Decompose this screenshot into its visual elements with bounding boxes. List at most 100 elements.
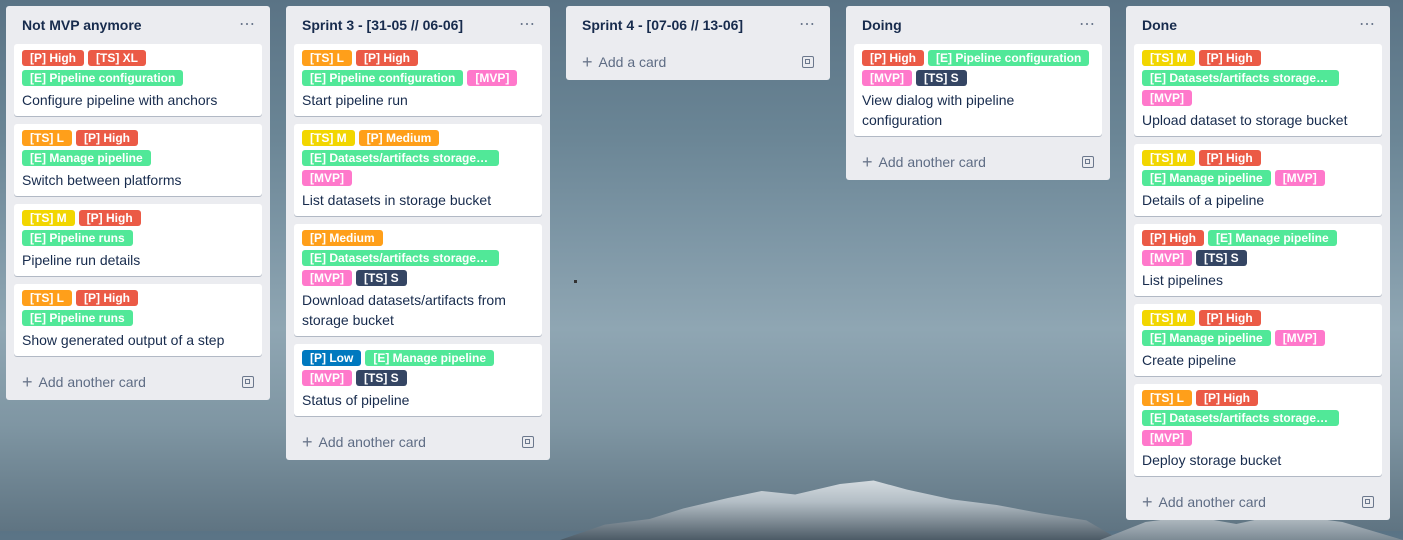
card-label[interactable]: [P] High xyxy=(862,50,924,66)
card[interactable]: [TS] M [P] Medium [E] Datasets/artifacts s… xyxy=(294,124,542,216)
card[interactable]: [TS] L [P] High [E] Manage pipeline Switch … xyxy=(14,124,262,196)
card-label[interactable]: [TS] S xyxy=(356,270,407,286)
card-label[interactable]: [E] Manage pipeline xyxy=(1142,330,1271,346)
add-card-button[interactable]: + Add another card xyxy=(294,424,542,460)
list-title[interactable]: Done xyxy=(1142,17,1177,33)
background-mountain xyxy=(560,480,1120,540)
card-template-icon[interactable] xyxy=(1362,496,1374,508)
list-menu-icon[interactable]: ⋯ xyxy=(239,17,256,33)
card[interactable]: [TS] M [P] High [E] Manage pipeline [MVP] De… xyxy=(1134,144,1382,216)
card-label[interactable]: [TS] XL xyxy=(88,50,146,66)
list-header[interactable]: Sprint 3 - [31-05 // 06-06] ⋯ xyxy=(294,6,542,44)
add-card-button[interactable]: + Add another card xyxy=(14,364,262,400)
card-label[interactable]: [E] Pipeline configuration xyxy=(22,70,184,86)
card-label[interactable]: [E] Datasets/artifacts storage bucket xyxy=(302,150,499,166)
card-labels: [TS] M [P] High [E] Datasets/artifacts sto… xyxy=(1142,50,1374,110)
list-menu-icon[interactable]: ⋯ xyxy=(1359,17,1376,33)
card[interactable]: [TS] L [P] High [E] Datasets/artifacts sto… xyxy=(1134,384,1382,476)
add-card-label: Add another card xyxy=(1158,494,1266,510)
card-label[interactable]: [E] Manage pipeline xyxy=(22,150,151,166)
card-label[interactable]: [MVP] xyxy=(302,170,352,186)
card-label[interactable]: [P] High xyxy=(1142,230,1204,246)
card-label[interactable]: [E] Pipeline configuration xyxy=(302,70,464,86)
list-header[interactable]: Not MVP anymore ⋯ xyxy=(14,6,262,44)
card[interactable]: [TS] M [P] High [E] Datasets/artifacts sto… xyxy=(1134,44,1382,136)
card-label[interactable]: [E] Manage pipeline xyxy=(365,350,495,366)
card-label[interactable]: [TS] L xyxy=(302,50,352,66)
card-label[interactable]: [MVP] xyxy=(1274,170,1325,186)
list-header[interactable]: Done ⋯ xyxy=(1134,6,1382,44)
card[interactable]: [P] High [E] Pipeline configuration [MVP][… xyxy=(854,44,1102,136)
list-header[interactable]: Sprint 4 - [07-06 // 13-06] ⋯ xyxy=(574,6,822,44)
card[interactable]: [P] Low [E] Manage pipeline [MVP] [TS] S Sta… xyxy=(294,344,542,416)
card-label[interactable]: [P] High xyxy=(76,130,138,146)
card-label[interactable]: [TS] M xyxy=(302,130,355,146)
card-label[interactable]: [MVP] xyxy=(862,70,912,86)
list-title[interactable]: Doing xyxy=(862,17,902,33)
card[interactable]: [TS] L [P] High [E] Pipeline configuration… xyxy=(294,44,542,116)
list-header[interactable]: Doing ⋯ xyxy=(854,6,1102,44)
list-title[interactable]: Not MVP anymore xyxy=(22,17,142,33)
card-label[interactable]: [TS] M xyxy=(1142,50,1195,66)
card-label[interactable]: [E] Pipeline configuration xyxy=(928,50,1090,66)
card-label[interactable]: [P] High xyxy=(78,210,141,226)
card-label[interactable]: [E] Manage pipeline xyxy=(1142,170,1271,186)
card-template-icon[interactable] xyxy=(242,376,254,388)
card-label[interactable]: [MVP] xyxy=(1142,90,1192,106)
card-label[interactable]: [TS] S xyxy=(356,370,407,386)
plus-icon: + xyxy=(302,432,313,452)
card-template-icon[interactable] xyxy=(802,56,814,68)
card-label[interactable]: [P] High xyxy=(76,290,138,306)
card-label[interactable]: [MVP] xyxy=(1142,430,1192,446)
list-title[interactable]: Sprint 4 - [07-06 // 13-06] xyxy=(582,17,743,33)
card-label[interactable]: [TS] M xyxy=(1142,310,1195,326)
add-card-button[interactable]: + Add another card xyxy=(854,144,1102,180)
card-labels: [P] High [TS] XL [E] Pipeline configuratio… xyxy=(22,50,254,90)
plus-icon: + xyxy=(1142,492,1153,512)
card-label[interactable]: [MVP] xyxy=(302,270,352,286)
card-label[interactable]: [P] High xyxy=(356,50,418,66)
list: Doing ⋯ [P] High [E] Pipeline configuration… xyxy=(846,6,1110,180)
list-menu-icon[interactable]: ⋯ xyxy=(1079,17,1096,33)
card-template-icon[interactable] xyxy=(522,436,534,448)
card-label[interactable]: [P] High xyxy=(1196,390,1258,406)
card-template-icon[interactable] xyxy=(1082,156,1094,168)
card-label[interactable]: [TS] M xyxy=(22,210,75,226)
list-menu-icon[interactable]: ⋯ xyxy=(519,17,536,33)
add-card-row: + Add a card xyxy=(582,53,666,71)
card-label[interactable]: [TS] L xyxy=(22,130,72,146)
card-label[interactable]: [TS] M xyxy=(1142,150,1195,166)
card[interactable]: [TS] M [P] High [E] Pipeline runs Pipeline … xyxy=(14,204,262,276)
card-label[interactable]: [E] Datasets/artifacts storage bucket xyxy=(1142,410,1339,426)
card-label[interactable]: [P] High xyxy=(1198,50,1261,66)
add-card-button[interactable]: + Add another card xyxy=(1134,484,1382,520)
card-label[interactable]: [MVP] xyxy=(467,70,518,86)
card-label[interactable]: [P] High xyxy=(22,50,84,66)
list-title[interactable]: Sprint 3 - [31-05 // 06-06] xyxy=(302,17,463,33)
card[interactable]: [P] Medium [E] Datasets/artifacts storage… xyxy=(294,224,542,336)
card-label[interactable]: [TS] L xyxy=(1142,390,1192,406)
add-card-button[interactable]: + Add a card xyxy=(574,44,822,80)
card-label[interactable]: [P] High xyxy=(1198,150,1261,166)
card-label[interactable]: [TS] S xyxy=(1196,250,1247,266)
card-label[interactable]: [E] Manage pipeline xyxy=(1208,230,1337,246)
card-label[interactable]: [TS] L xyxy=(22,290,72,306)
card-labels: [P] Low [E] Manage pipeline [MVP] [TS] S xyxy=(302,350,534,390)
card-label[interactable]: [P] High xyxy=(1198,310,1261,326)
card[interactable]: [P] High [E] Manage pipeline [MVP] [TS] S Li… xyxy=(1134,224,1382,296)
card-label[interactable]: [P] Medium xyxy=(358,130,440,146)
card-label[interactable]: [MVP] xyxy=(302,370,352,386)
card-label[interactable]: [MVP] xyxy=(1142,250,1192,266)
card[interactable]: [TS] L [P] High [E] Pipeline runs Show gene… xyxy=(14,284,262,356)
card-label[interactable]: [E] Datasets/artifacts storage bucket xyxy=(302,250,499,266)
card-label[interactable]: [E] Datasets/artifacts storage bucket xyxy=(1142,70,1339,86)
card-label[interactable]: [E] Pipeline runs xyxy=(22,310,133,326)
card[interactable]: [P] High [TS] XL [E] Pipeline configuratio… xyxy=(14,44,262,116)
card-label[interactable]: [E] Pipeline runs xyxy=(22,230,133,246)
list-menu-icon[interactable]: ⋯ xyxy=(799,17,816,33)
card[interactable]: [TS] M [P] High [E] Manage pipeline [MVP] Cr… xyxy=(1134,304,1382,376)
card-label[interactable]: [MVP] xyxy=(1274,330,1325,346)
card-label[interactable]: [TS] S xyxy=(916,70,967,86)
card-label[interactable]: [P] Medium xyxy=(302,230,383,246)
card-label[interactable]: [P] Low xyxy=(302,350,362,366)
